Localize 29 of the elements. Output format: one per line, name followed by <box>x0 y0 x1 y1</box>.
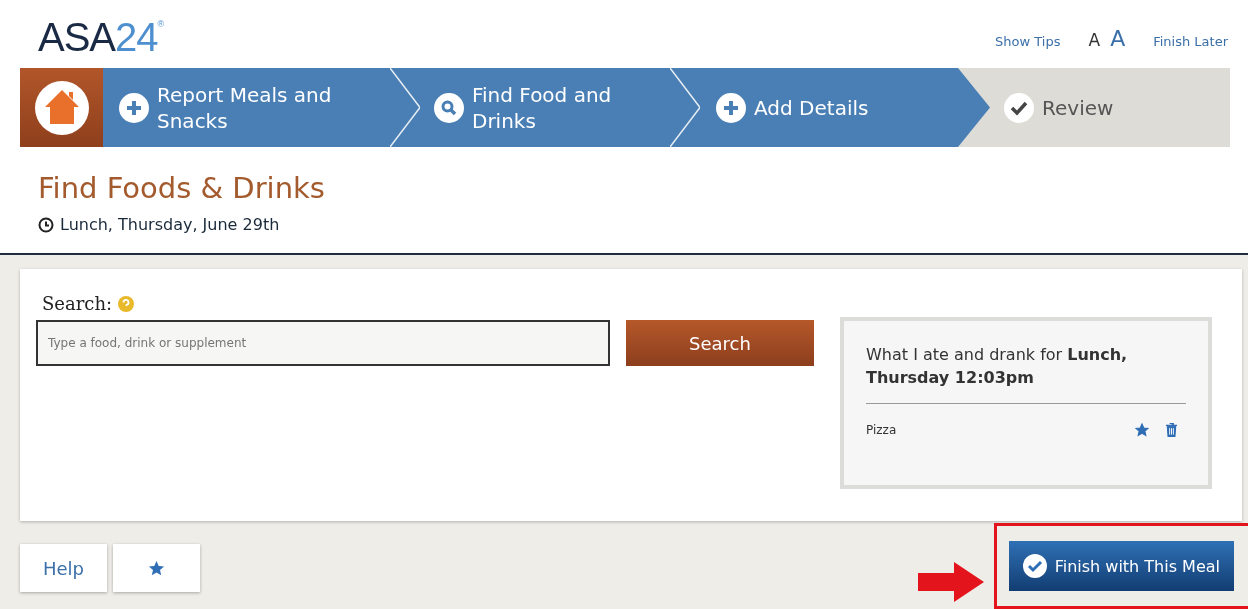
check-icon <box>1022 554 1047 578</box>
meal-summary-title: What I ate and drank for Lunch, Thursday 12:03pm <box>866 344 1129 389</box>
search-button[interactable]: Search <box>626 320 814 366</box>
check-icon <box>1004 92 1034 123</box>
plus-icon <box>119 92 149 123</box>
progress-step[interactable]: Find Food and Drinks <box>420 68 670 147</box>
home-button[interactable] <box>20 68 103 147</box>
asa24-logo[interactable]: ASA24$^{®}$ <box>38 14 164 60</box>
font-size-large-button[interactable]: A <box>1110 25 1126 51</box>
search-icon <box>434 92 464 123</box>
finish-meal-button[interactable]: Finish with This Meal <box>1008 541 1234 591</box>
plus-icon <box>716 92 746 123</box>
search-label: Search: <box>42 293 113 314</box>
header-link[interactable]: Show Tips <box>995 33 1061 49</box>
progress-step[interactable]: Report Meals and Snacks <box>103 68 390 147</box>
star-icon <box>148 559 165 577</box>
header-link[interactable]: Finish Later <box>1153 33 1228 49</box>
clock-icon <box>38 216 54 233</box>
home-icon <box>33 79 90 136</box>
meal-date: Lunch, Thursday, June 29th <box>60 215 280 234</box>
trash-icon[interactable] <box>1165 422 1178 438</box>
food-item-name: Pizza <box>866 423 897 437</box>
help-button[interactable]: Help <box>20 544 107 592</box>
font-size-small-button[interactable]: A <box>1088 29 1101 50</box>
page-title: Find Foods & Drinks <box>38 171 326 205</box>
progress-step[interactable]: Add Details <box>700 68 990 147</box>
arrow-icon <box>917 561 984 602</box>
search-field[interactable]: Type a food, drink or supplement <box>36 320 610 366</box>
star-icon[interactable] <box>1135 423 1149 437</box>
